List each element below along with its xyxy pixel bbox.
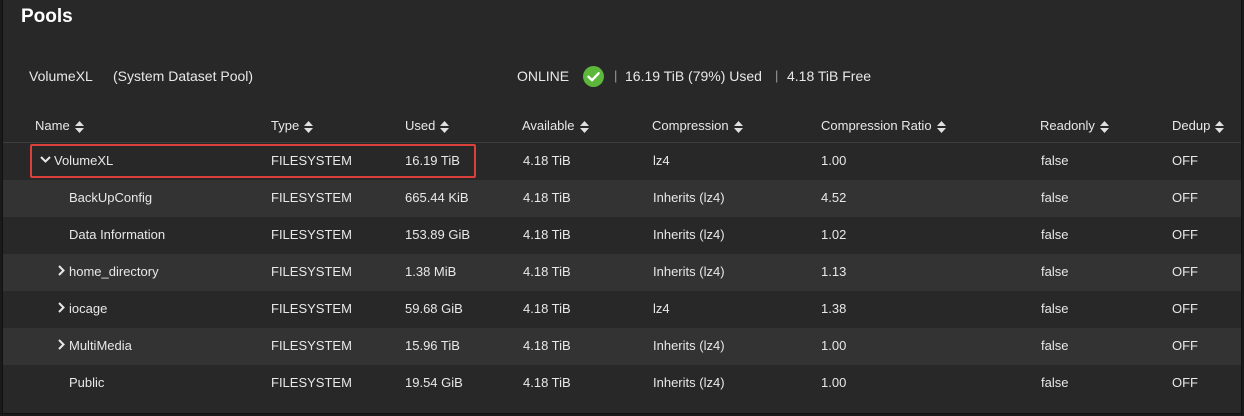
- dataset-compression-ratio: 1.02: [821, 227, 847, 242]
- dataset-readonly: false: [1041, 264, 1069, 279]
- dataset-compression: Inherits (lz4): [653, 338, 725, 353]
- dataset-name: Data Information: [69, 227, 166, 242]
- column-label: Used: [405, 118, 436, 133]
- sort-icon: [936, 120, 946, 133]
- dataset-dedup: OFF: [1172, 301, 1198, 316]
- column-header-compression[interactable]: Compression: [652, 118, 743, 133]
- dataset-compression: Inherits (lz4): [653, 375, 725, 390]
- dataset-name: MultiMedia: [69, 338, 132, 353]
- dataset-readonly: false: [1041, 227, 1069, 242]
- dataset-compression-ratio: 1.38: [821, 301, 847, 316]
- dataset-name: iocage: [69, 301, 108, 316]
- dataset-used: 1.38 MiB: [405, 264, 457, 279]
- table-row[interactable]: home_directory FILESYSTEM 1.38 MiB 4.18 …: [3, 254, 1241, 291]
- pool-status: ONLINE: [517, 68, 570, 84]
- table-row[interactable]: Public FILESYSTEM 19.54 GiB 4.18 TiB Inh…: [3, 365, 1241, 402]
- dataset-used: 59.68 GiB: [405, 301, 463, 316]
- sort-icon: [1099, 120, 1109, 133]
- table-row[interactable]: iocage FILESYSTEM 59.68 GiB 4.18 TiB lz4…: [3, 291, 1241, 328]
- dataset-readonly: false: [1041, 375, 1069, 390]
- dataset-used: 15.96 TiB: [405, 338, 460, 353]
- page-title: Pools: [21, 6, 73, 27]
- column-label: Compression: [652, 118, 729, 133]
- column-header-used[interactable]: Used: [405, 118, 450, 133]
- dataset-readonly: false: [1041, 153, 1069, 168]
- pool-name: VolumeXL: [29, 68, 93, 84]
- dataset-readonly: false: [1041, 301, 1069, 316]
- sort-icon: [304, 120, 314, 133]
- pool-free: 4.18 TiB Free: [787, 68, 872, 84]
- column-header-compression-ratio[interactable]: Compression Ratio: [821, 118, 946, 133]
- table-row[interactable]: BackUpConfig FILESYSTEM 665.44 KiB 4.18 …: [3, 180, 1241, 217]
- dataset-readonly: false: [1041, 190, 1069, 205]
- chevron-right-icon[interactable]: [56, 302, 67, 313]
- dataset-type: FILESYSTEM: [271, 264, 352, 279]
- dataset-name: Public: [69, 375, 105, 390]
- dataset-compression-ratio: 1.00: [821, 338, 847, 353]
- dataset-compression: lz4: [653, 153, 670, 168]
- table-header: Name Type Used Available Compression Com…: [3, 111, 1241, 143]
- dataset-readonly: false: [1041, 338, 1069, 353]
- dataset-compression-ratio: 1.00: [821, 153, 847, 168]
- column-label: Readonly: [1040, 118, 1095, 133]
- check-circle-icon: [583, 66, 604, 87]
- separator: |: [614, 68, 618, 83]
- column-header-dedup[interactable]: Dedup: [1172, 118, 1225, 133]
- sort-icon: [733, 120, 743, 133]
- sort-icon: [579, 120, 589, 133]
- dataset-dedup: OFF: [1172, 227, 1198, 242]
- dataset-available: 4.18 TiB: [523, 301, 571, 316]
- dataset-compression-ratio: 1.00: [821, 375, 847, 390]
- dataset-available: 4.18 TiB: [523, 338, 571, 353]
- table-row[interactable]: MultiMedia FILESYSTEM 15.96 TiB 4.18 TiB…: [3, 328, 1241, 365]
- column-label: Type: [271, 118, 300, 133]
- dataset-compression: Inherits (lz4): [653, 264, 725, 279]
- column-label: Name: [35, 118, 70, 133]
- highlight-annotation: [30, 144, 476, 178]
- dataset-name: home_directory: [69, 264, 159, 279]
- table-row[interactable]: Data Information FILESYSTEM 153.89 GiB 4…: [3, 217, 1241, 254]
- dataset-type: FILESYSTEM: [271, 338, 352, 353]
- pool-note: (System Dataset Pool): [113, 68, 254, 84]
- sort-icon: [1215, 120, 1225, 133]
- chevron-right-icon[interactable]: [56, 265, 67, 276]
- dataset-dedup: OFF: [1172, 375, 1198, 390]
- dataset-dedup: OFF: [1172, 338, 1198, 353]
- dataset-type: FILESYSTEM: [271, 227, 352, 242]
- dataset-available: 4.18 TiB: [523, 227, 571, 242]
- dataset-compression-ratio: 1.13: [821, 264, 847, 279]
- dataset-type: FILESYSTEM: [271, 301, 352, 316]
- sort-icon: [440, 120, 450, 133]
- sort-icon: [74, 120, 84, 133]
- dataset-dedup: OFF: [1172, 190, 1198, 205]
- pool-used: 16.19 TiB (79%) Used: [625, 68, 762, 84]
- column-label: Available: [522, 118, 575, 133]
- dataset-type: FILESYSTEM: [271, 375, 352, 390]
- chevron-right-icon[interactable]: [56, 339, 67, 350]
- column-header-type[interactable]: Type: [271, 118, 314, 133]
- column-header-available[interactable]: Available: [522, 118, 589, 133]
- dataset-dedup: OFF: [1172, 153, 1198, 168]
- dataset-used: 665.44 KiB: [405, 190, 469, 205]
- dataset-used: 153.89 GiB: [405, 227, 471, 242]
- pools-card: Pools VolumeXL (System Dataset Pool) ONL…: [2, 0, 1242, 414]
- dataset-available: 4.18 TiB: [523, 190, 571, 205]
- dataset-available: 4.18 TiB: [523, 264, 571, 279]
- column-label: Dedup: [1172, 118, 1211, 133]
- dataset-available: 4.18 TiB: [523, 375, 571, 390]
- dataset-compression: lz4: [653, 301, 670, 316]
- dataset-compression-ratio: 4.52: [821, 190, 847, 205]
- dataset-compression: Inherits (lz4): [653, 190, 725, 205]
- dataset-used: 19.54 GiB: [405, 375, 463, 390]
- column-label: Compression Ratio: [821, 118, 932, 133]
- dataset-compression: Inherits (lz4): [653, 227, 725, 242]
- dataset-type: FILESYSTEM: [271, 190, 352, 205]
- pool-header: VolumeXL (System Dataset Pool) ONLINE | …: [3, 66, 1241, 88]
- column-header-name[interactable]: Name: [35, 118, 84, 133]
- separator: |: [775, 68, 779, 83]
- column-header-readonly[interactable]: Readonly: [1040, 118, 1109, 133]
- dataset-available: 4.18 TiB: [523, 153, 571, 168]
- dataset-dedup: OFF: [1172, 264, 1198, 279]
- dataset-name: BackUpConfig: [69, 190, 153, 205]
